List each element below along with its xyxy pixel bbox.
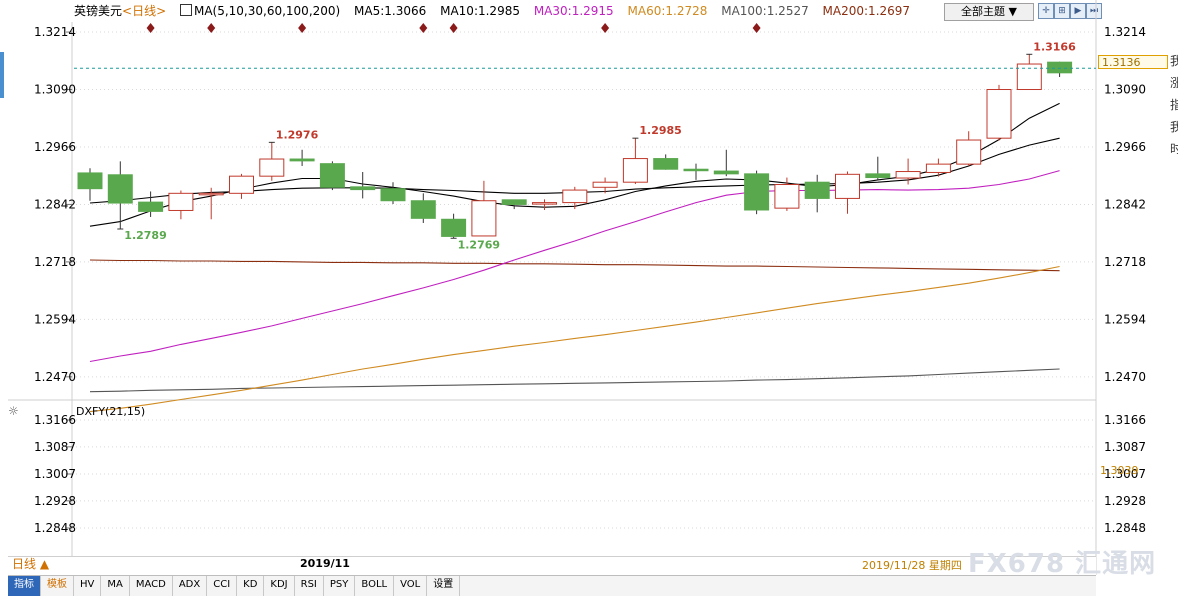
right-tick-label: 1.2470 bbox=[1104, 370, 1146, 384]
candle-body bbox=[865, 173, 891, 179]
candle-body bbox=[956, 139, 982, 165]
tab-1[interactable]: 模板 bbox=[41, 576, 74, 596]
tab-12[interactable]: VOL bbox=[394, 576, 428, 596]
sub-left-tick-label: 1.2848 bbox=[34, 521, 76, 535]
ma60-line bbox=[89, 265, 1060, 413]
tab-8[interactable]: KDJ bbox=[264, 576, 295, 596]
candle-body bbox=[77, 172, 103, 190]
candle-body bbox=[804, 181, 830, 199]
chart-canvas: 1.3214 1.3214 1.3090 1.3090 1.2966 1.2966 1.28… bbox=[8, 0, 1164, 575]
left-tick-label: 1.2718 bbox=[34, 255, 76, 269]
candle-body bbox=[229, 175, 254, 194]
tab-0[interactable]: 指标 bbox=[8, 576, 41, 596]
candle-body bbox=[168, 192, 194, 211]
tab-7[interactable]: KD bbox=[237, 576, 265, 596]
event-diamond-icon bbox=[449, 23, 458, 33]
tab-11[interactable]: BOLL bbox=[355, 576, 395, 596]
right-tick-label: 1.2718 bbox=[1104, 255, 1146, 269]
period-button[interactable]: 日线 ▲ bbox=[12, 556, 72, 572]
sub-right-tick-label: 1.3087 bbox=[1104, 440, 1146, 454]
right-tick-label: 1.2966 bbox=[1104, 140, 1146, 154]
candle-body bbox=[138, 201, 164, 212]
extreme-label: 1.2976 bbox=[276, 128, 319, 141]
candle-body bbox=[744, 173, 770, 211]
candle-body bbox=[319, 163, 345, 188]
left-tick-label: 1.2470 bbox=[34, 370, 76, 384]
extreme-label: 1.3166 bbox=[1033, 40, 1076, 53]
right-tick-label: 1.3090 bbox=[1104, 83, 1146, 97]
side-glyph: 涨 bbox=[1170, 76, 1178, 90]
candle-body bbox=[198, 192, 224, 196]
candle-body bbox=[259, 158, 285, 177]
current-price-label: 1.3136 bbox=[1098, 55, 1168, 69]
left-tick-label: 1.2594 bbox=[34, 312, 76, 326]
month-label: 2019/11 bbox=[300, 557, 350, 570]
side-glyph: 指 bbox=[1170, 98, 1178, 112]
right-tick-label: 1.2594 bbox=[1104, 312, 1146, 326]
tab-4[interactable]: MACD bbox=[130, 576, 173, 596]
candle-body bbox=[410, 200, 436, 219]
event-diamond-icon bbox=[752, 23, 761, 33]
sub-left-tick-label: 1.3007 bbox=[34, 467, 76, 481]
candle-body bbox=[380, 188, 406, 202]
ma100-line bbox=[89, 368, 1060, 393]
sub-left-tick-label: 1.3087 bbox=[34, 440, 76, 454]
tab-5[interactable]: ADX bbox=[173, 576, 208, 596]
ma200-line bbox=[89, 259, 1060, 272]
candle-body bbox=[107, 174, 133, 204]
side-glyph: 我 bbox=[1170, 54, 1178, 68]
event-diamond-icon bbox=[207, 23, 216, 33]
candle-body bbox=[532, 202, 557, 205]
tab-2[interactable]: HV bbox=[74, 576, 102, 596]
candle-body bbox=[441, 218, 467, 237]
candle-body bbox=[1047, 61, 1073, 74]
event-diamond-icon bbox=[298, 23, 307, 33]
settings-sun-icon[interactable]: ☼ bbox=[8, 404, 19, 418]
event-diamond-icon bbox=[146, 23, 155, 33]
event-diamond-icon bbox=[419, 23, 428, 33]
candle-body bbox=[986, 89, 1012, 139]
left-tick-label: 1.2842 bbox=[34, 197, 76, 211]
candle-body bbox=[350, 186, 376, 191]
left-tick-label: 1.3090 bbox=[34, 83, 76, 97]
left-tick-label: 1.3214 bbox=[34, 25, 76, 39]
sub-right-tick-label: 1.2848 bbox=[1104, 521, 1146, 535]
sub-left-tick-label: 1.3166 bbox=[34, 413, 76, 427]
sub-left-tick-label: 1.2928 bbox=[34, 494, 76, 508]
side-panel-text: 我涨指我时 bbox=[1170, 50, 1178, 160]
candle-body bbox=[683, 168, 709, 172]
candle-body bbox=[622, 158, 648, 183]
candle-body bbox=[501, 199, 527, 205]
tab-3[interactable]: MA bbox=[101, 576, 130, 596]
tab-13[interactable]: 设置 bbox=[427, 576, 461, 596]
side-glyph: 时 bbox=[1170, 142, 1178, 156]
indicator-value: 1.3039 bbox=[1100, 464, 1139, 477]
sub-right-tick-label: 1.3166 bbox=[1104, 413, 1146, 427]
candle-body bbox=[592, 181, 618, 188]
candle-body bbox=[289, 158, 315, 162]
extreme-label: 1.2769 bbox=[458, 238, 500, 251]
indicator-label: DXFY(21,15) bbox=[76, 405, 146, 418]
left-tick-label: 1.2966 bbox=[34, 140, 76, 154]
candle-body bbox=[713, 170, 739, 175]
sub-right-tick-label: 1.2928 bbox=[1104, 494, 1146, 508]
candle-body bbox=[471, 200, 497, 237]
candle-body bbox=[562, 189, 588, 204]
event-diamond-icon bbox=[601, 23, 610, 33]
indicator-tabs: 指标 模板 HV MA MACD ADX CCI KD KDJ RSI PSY BOLL VOL 设置 bbox=[8, 575, 1096, 596]
candle-body bbox=[774, 184, 800, 209]
candle-body bbox=[835, 173, 860, 199]
candle-body bbox=[653, 158, 679, 170]
candle-body bbox=[925, 163, 951, 173]
current-date-label: 2019/11/28 星期四 bbox=[862, 559, 962, 572]
right-tick-label: 1.3214 bbox=[1104, 25, 1146, 39]
tab-9[interactable]: RSI bbox=[295, 576, 324, 596]
tab-6[interactable]: CCI bbox=[207, 576, 238, 596]
extreme-label: 1.2985 bbox=[639, 124, 681, 137]
tab-10[interactable]: PSY bbox=[324, 576, 356, 596]
side-glyph: 我 bbox=[1170, 120, 1178, 134]
candle-body bbox=[895, 171, 921, 179]
extreme-label: 1.2789 bbox=[124, 229, 166, 242]
right-tick-label: 1.2842 bbox=[1104, 197, 1146, 211]
